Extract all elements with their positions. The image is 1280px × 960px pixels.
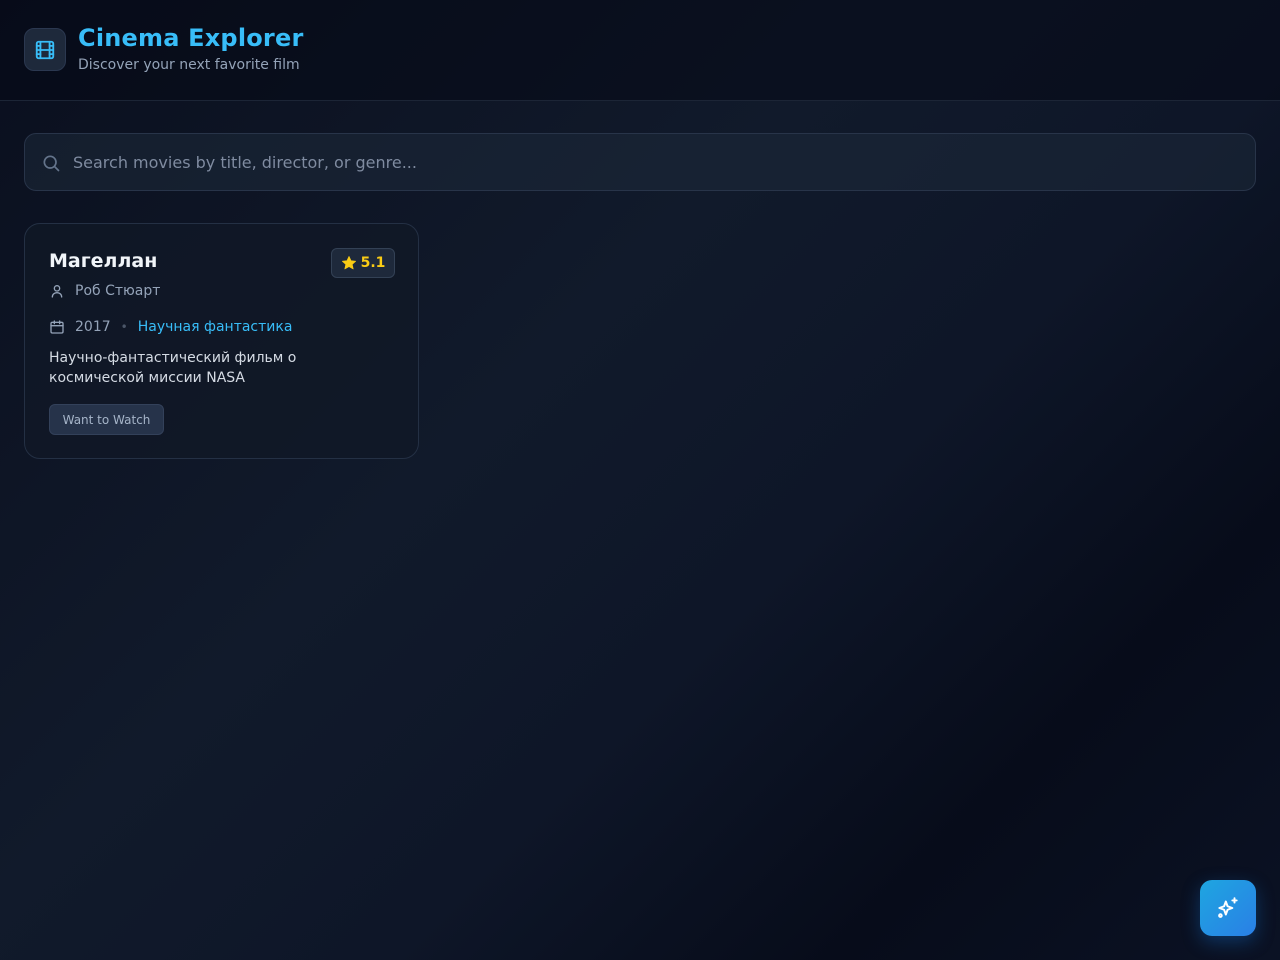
meta-separator: • [120,320,128,334]
search-input[interactable] [73,134,1243,190]
film-icon [24,28,66,71]
movie-genre[interactable]: Научная фантастика [138,319,293,335]
app-header: Cinema Explorer Discover your next favor… [0,0,1280,101]
meta-row: 2017 • Научная фантастика [49,318,292,336]
calendar-icon [50,320,64,334]
rating-badge: 5.1 [331,248,395,278]
movie-director: Роб Стюарт [75,283,161,299]
app-title: Cinema Explorer [78,24,304,52]
director-row: Роб Стюарт [49,282,160,300]
movie-card[interactable]: Магеллан 5.1 Роб Стюарт 2017 • Научная ф… [24,223,419,459]
want-to-watch-button[interactable]: Want to Watch [49,404,164,435]
movie-year: 2017 [75,319,111,335]
app-subtitle: Discover your next favorite film [78,57,300,73]
sparkles-icon [1218,897,1238,918]
user-icon [51,285,63,298]
ai-assistant-button[interactable] [1200,880,1256,936]
search-bar [24,133,1256,191]
search-icon [43,155,60,172]
movie-title: Магеллан [49,250,158,272]
star-icon [341,255,356,270]
rating-value: 5.1 [360,255,386,271]
movie-description: Научно-фантастический фильм о космическо… [49,350,297,386]
